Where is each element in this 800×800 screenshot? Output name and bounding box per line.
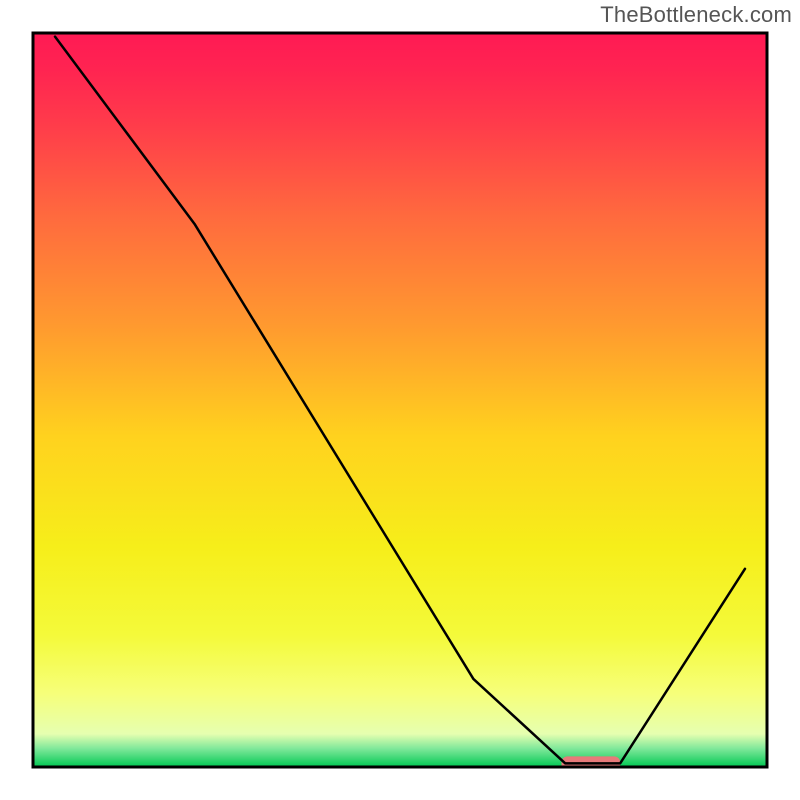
chart-frame: TheBottleneck.com <box>0 0 800 800</box>
bottleneck-chart <box>0 0 800 800</box>
watermark-text: TheBottleneck.com <box>600 2 792 28</box>
gradient-background <box>33 33 767 767</box>
